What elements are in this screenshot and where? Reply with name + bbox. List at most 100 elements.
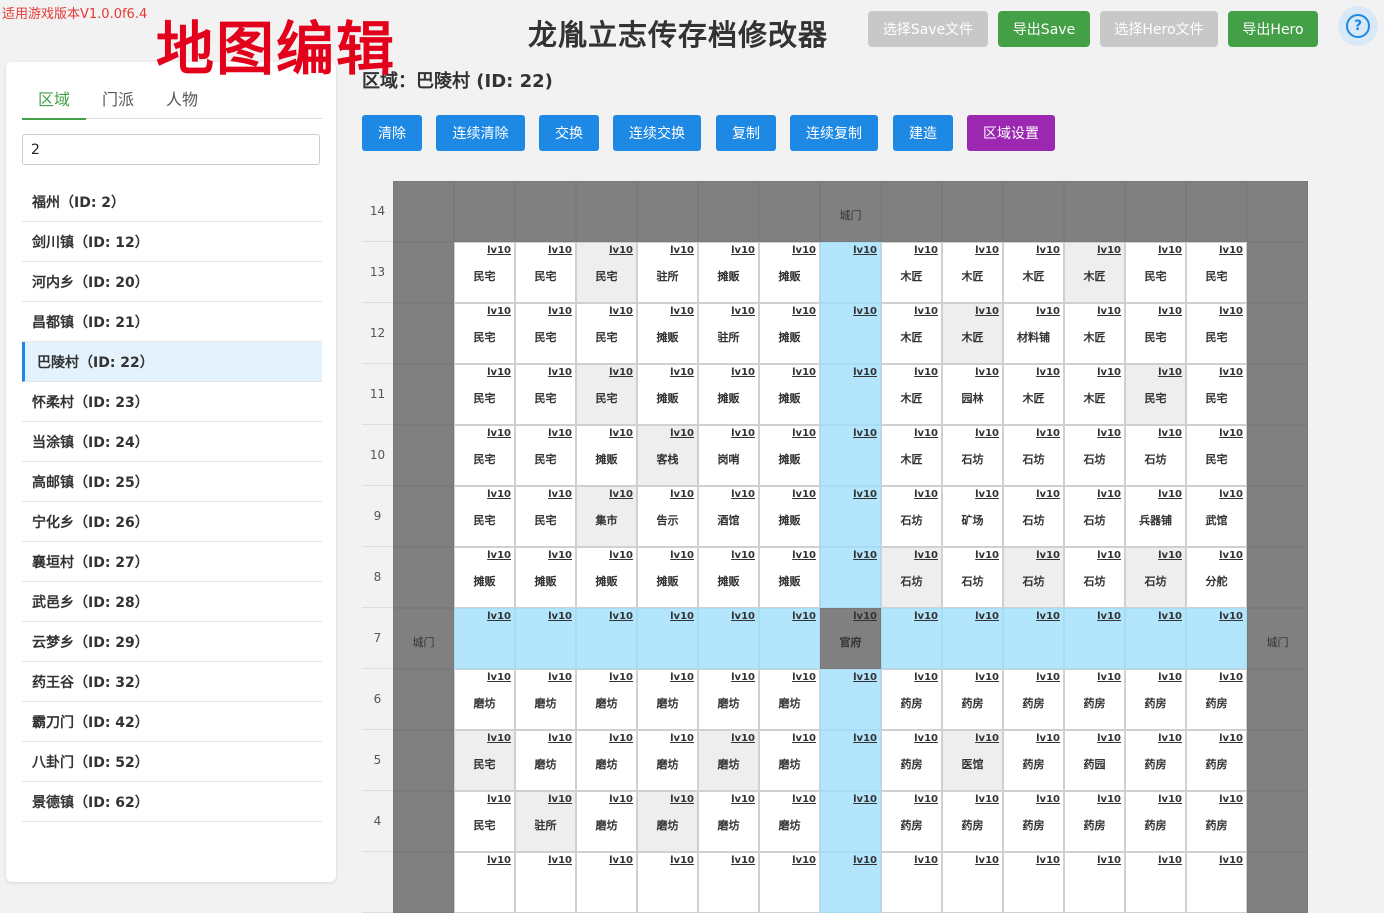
building-cell[interactable]: lv10 — [1003, 852, 1064, 913]
building-cell[interactable]: lv10 药房 — [881, 791, 942, 852]
level-link[interactable]: lv10 — [975, 733, 999, 744]
level-link[interactable]: lv10 — [853, 855, 877, 866]
building-cell[interactable]: lv10 磨坊 — [759, 669, 820, 730]
city-gate-cell[interactable]: 城门 — [820, 181, 881, 242]
building-cell[interactable]: lv10 药房 — [1125, 791, 1186, 852]
level-link[interactable]: lv10 — [1158, 733, 1182, 744]
wall-cell[interactable] — [1186, 181, 1247, 242]
building-cell[interactable]: lv10 驻所 — [698, 303, 759, 364]
level-link[interactable]: lv10 — [548, 794, 572, 805]
level-link[interactable]: lv10 — [914, 672, 938, 683]
building-cell[interactable]: lv10 民宅 — [576, 303, 637, 364]
level-link[interactable]: lv10 — [1158, 672, 1182, 683]
building-cell[interactable]: lv10 — [1064, 852, 1125, 913]
level-link[interactable]: lv10 — [670, 794, 694, 805]
level-link[interactable]: lv10 — [1097, 428, 1121, 439]
building-cell[interactable]: lv10 石坊 — [1125, 547, 1186, 608]
level-link[interactable]: lv10 — [853, 306, 877, 317]
building-cell[interactable]: lv10 石坊 — [881, 547, 942, 608]
level-link[interactable]: lv10 — [670, 550, 694, 561]
road-cell[interactable]: lv10 — [820, 852, 881, 913]
level-link[interactable]: lv10 — [487, 367, 511, 378]
building-cell[interactable]: lv10 木匠 — [1064, 242, 1125, 303]
wall-cell[interactable] — [698, 181, 759, 242]
building-cell[interactable]: lv10 摊贩 — [759, 303, 820, 364]
building-cell[interactable]: lv10 材料铺 — [1003, 303, 1064, 364]
road-cell[interactable]: lv10 — [637, 608, 698, 669]
level-link[interactable]: lv10 — [670, 367, 694, 378]
building-cell[interactable]: lv10 摊贩 — [759, 547, 820, 608]
level-link[interactable]: lv10 — [731, 245, 755, 256]
building-cell[interactable]: lv10 — [942, 852, 1003, 913]
region-list-item[interactable]: 宁化乡（ID: 26） — [22, 502, 322, 542]
building-cell[interactable]: lv10 酒馆 — [698, 486, 759, 547]
building-cell[interactable]: lv10 民宅 — [1125, 242, 1186, 303]
building-cell[interactable]: lv10 民宅 — [1186, 242, 1247, 303]
building-cell[interactable]: lv10 磨坊 — [637, 791, 698, 852]
select-hero-button[interactable]: 选择Hero文件 — [1100, 11, 1218, 47]
building-cell[interactable]: lv10 木匠 — [942, 242, 1003, 303]
building-cell[interactable]: lv10 民宅 — [454, 730, 515, 791]
level-link[interactable]: lv10 — [1158, 245, 1182, 256]
wall-cell[interactable] — [1247, 547, 1308, 608]
level-link[interactable]: lv10 — [792, 550, 816, 561]
level-link[interactable]: lv10 — [1219, 672, 1243, 683]
level-link[interactable]: lv10 — [670, 672, 694, 683]
level-link[interactable]: lv10 — [609, 245, 633, 256]
building-cell[interactable]: lv10 磨坊 — [637, 730, 698, 791]
level-link[interactable]: lv10 — [1158, 428, 1182, 439]
level-link[interactable]: lv10 — [1219, 428, 1243, 439]
wall-cell[interactable] — [1247, 730, 1308, 791]
clear-button[interactable]: 清除 — [362, 115, 422, 151]
wall-cell[interactable] — [942, 181, 1003, 242]
level-link[interactable]: lv10 — [548, 428, 572, 439]
building-cell[interactable]: lv10 石坊 — [942, 547, 1003, 608]
building-cell[interactable]: lv10 药房 — [942, 791, 1003, 852]
wall-cell[interactable] — [637, 181, 698, 242]
building-cell[interactable]: lv10 民宅 — [515, 242, 576, 303]
building-cell[interactable]: lv10 磨坊 — [576, 669, 637, 730]
level-link[interactable]: lv10 — [487, 489, 511, 500]
tab-sect[interactable]: 门派 — [86, 86, 150, 118]
road-cell[interactable]: lv10 — [515, 608, 576, 669]
level-link[interactable]: lv10 — [548, 489, 572, 500]
level-link[interactable]: lv10 — [1219, 306, 1243, 317]
building-cell[interactable]: lv10 摊贩 — [454, 547, 515, 608]
road-cell[interactable]: lv10 — [1125, 608, 1186, 669]
level-link[interactable]: lv10 — [914, 428, 938, 439]
wall-cell[interactable] — [393, 425, 454, 486]
road-cell[interactable]: lv10 — [820, 303, 881, 364]
road-cell[interactable]: lv10 — [820, 425, 881, 486]
building-cell[interactable]: lv10 磨坊 — [576, 791, 637, 852]
wall-cell[interactable] — [393, 669, 454, 730]
copy-button[interactable]: 复制 — [716, 115, 776, 151]
wall-cell[interactable] — [576, 181, 637, 242]
building-cell[interactable]: lv10 官府 — [820, 608, 881, 669]
wall-cell[interactable] — [1247, 669, 1308, 730]
level-link[interactable]: lv10 — [853, 367, 877, 378]
building-cell[interactable]: lv10 木匠 — [881, 425, 942, 486]
level-link[interactable]: lv10 — [609, 306, 633, 317]
road-cell[interactable]: lv10 — [1064, 608, 1125, 669]
level-link[interactable]: lv10 — [731, 794, 755, 805]
building-cell[interactable]: lv10 摊贩 — [698, 242, 759, 303]
building-cell[interactable]: lv10 木匠 — [881, 303, 942, 364]
level-link[interactable]: lv10 — [975, 855, 999, 866]
building-cell[interactable]: lv10 石坊 — [1064, 425, 1125, 486]
wall-cell[interactable] — [1247, 425, 1308, 486]
wall-cell[interactable] — [1247, 303, 1308, 364]
level-link[interactable]: lv10 — [1219, 489, 1243, 500]
level-link[interactable]: lv10 — [792, 855, 816, 866]
building-cell[interactable]: lv10 摊贩 — [515, 547, 576, 608]
building-cell[interactable]: lv10 摊贩 — [637, 547, 698, 608]
level-link[interactable]: lv10 — [792, 428, 816, 439]
building-cell[interactable]: lv10 民宅 — [576, 242, 637, 303]
level-link[interactable]: lv10 — [1097, 245, 1121, 256]
level-link[interactable]: lv10 — [609, 794, 633, 805]
level-link[interactable]: lv10 — [731, 733, 755, 744]
level-link[interactable]: lv10 — [853, 550, 877, 561]
wall-cell[interactable] — [393, 730, 454, 791]
wall-cell[interactable] — [393, 242, 454, 303]
level-link[interactable]: lv10 — [487, 306, 511, 317]
level-link[interactable]: lv10 — [1097, 733, 1121, 744]
